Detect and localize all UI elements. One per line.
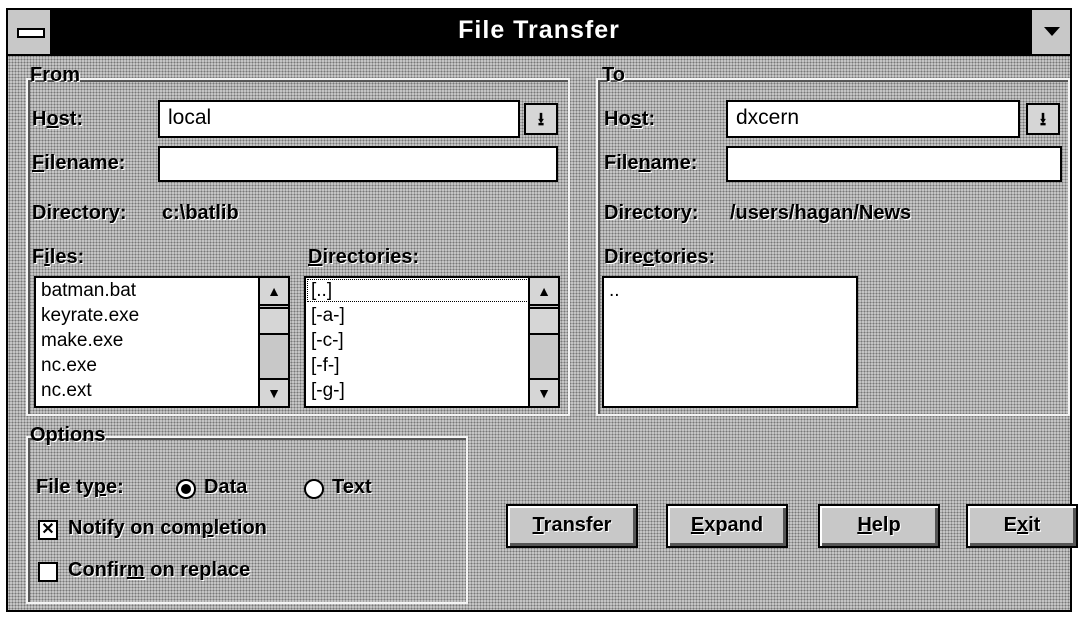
to-filename-input[interactable] [726,146,1062,182]
list-item[interactable]: .. [604,278,856,303]
list-item[interactable]: nc.ext [36,378,288,403]
exit-button[interactable]: Exit [966,504,1078,548]
list-item[interactable]: [-c-] [306,328,558,353]
list-item[interactable]: [-f-] [306,353,558,378]
from-directories-list[interactable]: [..] [-a-] [-c-] [-f-] [-g-] ▲ ▼ [304,276,560,408]
list-item[interactable]: make.exe [36,328,288,353]
list-item[interactable]: batman.bat [36,278,288,303]
to-directory-value: /users/hagan/News [730,202,912,224]
list-item[interactable]: [..] [306,278,556,303]
from-directory-label: Directory: [32,202,127,224]
to-group-label: To [602,64,625,86]
file-transfer-window: File Transfer From Host: local ⭳ Filenam… [6,8,1078,612]
scroll-thumb[interactable] [260,307,288,335]
to-host-label: Host: [604,108,656,130]
files-scrollbar[interactable]: ▲ ▼ [258,278,288,406]
scroll-down-icon[interactable]: ▼ [530,378,558,406]
confirm-checkbox[interactable] [38,562,58,582]
list-item[interactable]: [-a-] [306,303,558,328]
file-type-data-radio[interactable] [176,479,196,499]
scroll-down-icon[interactable]: ▼ [260,378,288,406]
from-files-list[interactable]: batman.bat keyrate.exe make.exe nc.exe n… [34,276,290,408]
scroll-up-icon[interactable]: ▲ [260,278,288,306]
minimize-icon[interactable] [1030,10,1070,54]
file-type-data-label[interactable]: Data [204,476,247,499]
from-host-label: Host: [32,108,84,130]
file-type-text-label[interactable]: Text [332,476,372,499]
list-item[interactable]: keyrate.exe [36,303,288,328]
from-files-label: Files: [32,246,85,268]
to-host-combo[interactable]: dxcern [726,100,1020,138]
from-directory-value: c:\batlib [162,202,239,224]
dropdown-arrow-icon[interactable]: ⭳ [1026,103,1060,135]
from-group-label: From [30,64,80,86]
list-item[interactable]: nc.exe [36,353,288,378]
to-filename-label: Filename: [604,152,698,174]
file-type-text-radio[interactable] [304,479,324,499]
directories-scrollbar[interactable]: ▲ ▼ [528,278,558,406]
transfer-button[interactable]: Transfer [506,504,638,548]
notify-checkbox[interactable]: ✕ [38,520,58,540]
to-directories-list[interactable]: .. [602,276,858,408]
title-bar: File Transfer [8,10,1070,56]
list-item[interactable]: [-g-] [306,378,558,403]
dropdown-arrow-icon[interactable]: ⭳ [524,103,558,135]
expand-button[interactable]: Expand [666,504,788,548]
to-directory-label: Directory: [604,202,699,224]
scroll-thumb[interactable] [530,307,558,335]
file-type-label: File type: [36,476,124,498]
from-filename-label: Filename: [32,152,126,174]
from-directories-label: Directories: [308,246,420,268]
from-filename-input[interactable] [158,146,558,182]
notify-label[interactable]: Notify on completion [68,517,267,540]
scroll-up-icon[interactable]: ▲ [530,278,558,306]
window-title: File Transfer [458,16,620,44]
options-group-label: Options [30,424,106,446]
to-directories-label: Directories: [604,246,716,268]
confirm-label[interactable]: Confirm on replace [68,559,250,582]
help-button[interactable]: Help [818,504,940,548]
from-host-combo[interactable]: local [158,100,520,138]
